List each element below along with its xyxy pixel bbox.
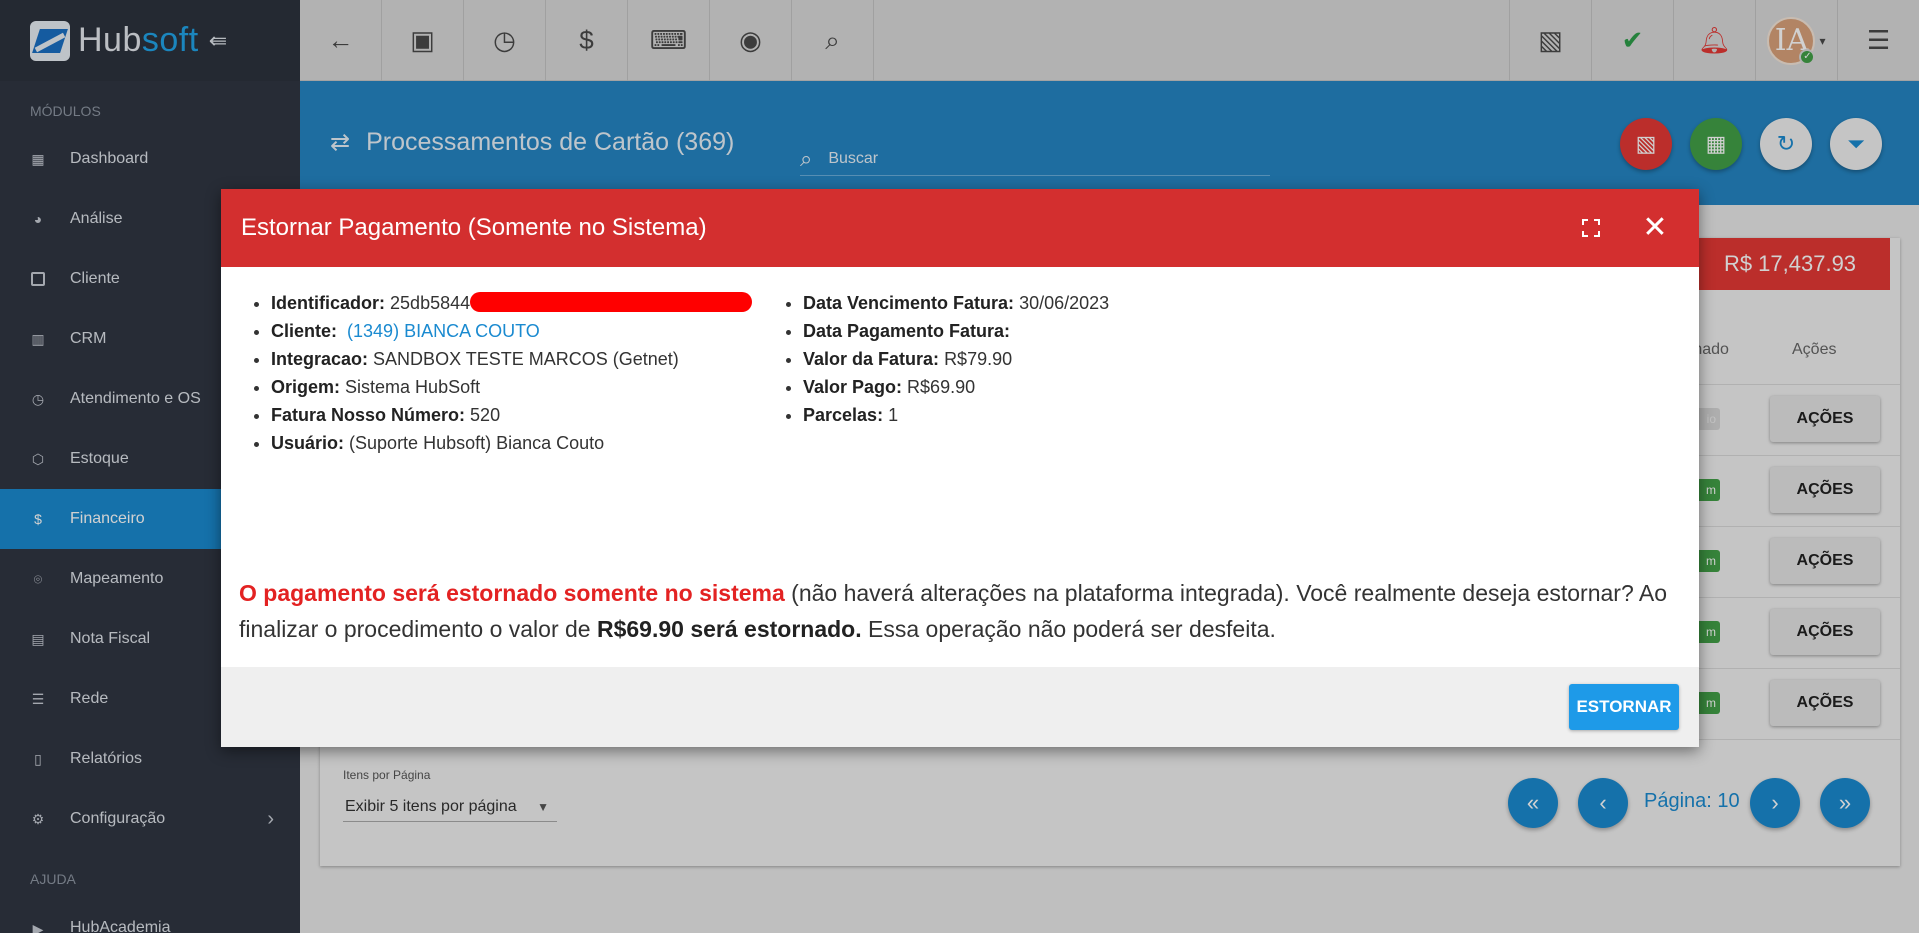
list-item: Data Vencimento Fatura: 30/06/2023: [803, 289, 1109, 317]
list-item: Origem: Sistema HubSoft: [271, 373, 752, 401]
close-button[interactable]: ✕: [1635, 208, 1675, 248]
payment-info-left: Identificador: 25db5844 Cliente: (1349) …: [221, 289, 753, 457]
list-item: Data Pagamento Fatura:: [803, 317, 1109, 345]
confirm-refund-button[interactable]: ESTORNAR: [1569, 684, 1679, 730]
list-item: Cliente: (1349) BIANCA COUTO: [271, 317, 752, 345]
list-item: Valor Pago: R$69.90: [803, 373, 1109, 401]
client-link[interactable]: (1349) BIANCA COUTO: [347, 321, 540, 341]
list-item: Usuário: (Suporte Hubsoft) Bianca Couto: [271, 429, 752, 457]
payment-info-right: Data Vencimento Fatura: 30/06/2023 Data …: [753, 289, 1109, 429]
close-icon: ✕: [1642, 211, 1668, 244]
list-item: Parcelas: 1: [803, 401, 1109, 429]
redaction-mark: [470, 292, 753, 312]
fullscreen-icon: [1582, 219, 1600, 237]
identificador-value: 25db5844: [390, 293, 471, 313]
modal-title: Estornar Pagamento (Somente no Sistema): [241, 214, 707, 241]
modal-header-actions: ✕: [1571, 208, 1699, 248]
list-item: Integracao: SANDBOX TESTE MARCOS (Getnet…: [271, 345, 752, 373]
refund-warning-text: O pagamento será estornado somente no si…: [239, 580, 1667, 642]
list-item: Identificador: 25db5844: [271, 289, 753, 317]
list-item: Valor da Fatura: R$79.90: [803, 345, 1109, 373]
modal-header: Estornar Pagamento (Somente no Sistema) …: [221, 189, 1699, 267]
refund-modal: Estornar Pagamento (Somente no Sistema) …: [221, 189, 1699, 747]
fullscreen-button[interactable]: [1571, 208, 1611, 248]
modal-body: Identificador: 25db5844 Cliente: (1349) …: [221, 267, 1699, 667]
list-item: Fatura Nosso Número: 520: [271, 401, 752, 429]
modal-footer: ESTORNAR: [221, 667, 1699, 747]
